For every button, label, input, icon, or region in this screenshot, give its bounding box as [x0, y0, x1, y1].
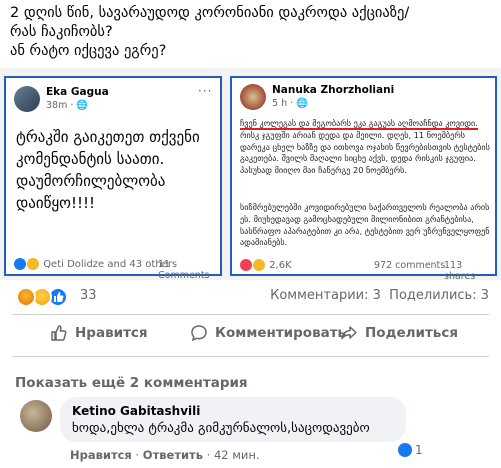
avatar	[240, 84, 266, 110]
card-author: Nanuka Zhorzholiani	[272, 84, 395, 96]
card-author: Eka Gagua	[46, 86, 109, 98]
comment-avatar[interactable]	[20, 400, 52, 432]
post-text-line-1: 2 დღის წინ, სავარაუდოდ კორონიანი დაკროდა…	[10, 5, 410, 21]
comment-like-link[interactable]: Нравится	[70, 448, 132, 462]
card-reactions: Qeti Dolidze and 43 others	[14, 258, 177, 270]
card-shares: 113 shares	[444, 260, 476, 282]
comment-bubble: Ketino Gabitashvili ხოდა,ეხლა ტრაკმა გიმ…	[60, 397, 406, 442]
comment-reaction-count: 1	[415, 443, 423, 457]
post-text: 2 დღის წინ, სავარაუდოდ კორონიანი დაკროდა…	[10, 4, 480, 61]
comment-footer: Нравится · Ответить · 42 мин.	[70, 448, 260, 462]
like-label: Нравится	[75, 325, 148, 341]
card-body: ტრაკში გაიკეთეთ თქვენი კომენდანტის საათი…	[16, 128, 200, 212]
divider	[12, 314, 489, 315]
card-body-para-1: ჩვენ კოლეგას და მეგობარს ეკა გაგუას აღმო…	[240, 118, 492, 177]
comment-reply-link[interactable]: Ответить	[143, 448, 203, 462]
underlined-text: ჩვენ კოლეგას და მეგობარს ეკა გაგუას აღმო…	[240, 118, 478, 130]
post-stats: 33 Комментарии: 3 Поделились: 3	[0, 282, 501, 312]
share-icon	[341, 326, 357, 340]
angry-emoji-icon	[27, 258, 39, 270]
post-image[interactable]: Eka Gagua 38m · 🌐 ··· ტრაკში გაიკეთეთ თქ…	[0, 68, 501, 282]
comments-shares-summary: Комментарии: 3 Поделились: 3	[270, 288, 489, 303]
show-more-comments-link[interactable]: Показать ещё 2 комментария	[15, 375, 248, 391]
avatar	[14, 86, 40, 112]
angry-reaction-icon	[16, 287, 36, 307]
card-reactions: 2,6K	[240, 259, 292, 271]
reaction-count[interactable]: 33	[80, 288, 97, 303]
love-emoji-icon	[240, 259, 252, 271]
share-label: Поделиться	[365, 325, 459, 341]
card-reaction-count: 2,6K	[269, 260, 292, 271]
post-text-line-2: რას ჩაკიჩობს?	[10, 24, 113, 40]
like-reaction-icon	[398, 443, 412, 457]
card-comments: 11 Comments	[158, 259, 210, 281]
comment-button[interactable]: Комментировать	[190, 324, 346, 342]
screenshot-card-right: Nanuka Zhorzholiani 5 h · 🌐 ჩვენ კოლეგას…	[230, 76, 497, 282]
separator-dot: ·	[131, 448, 143, 462]
card-time: 5 h · 🌐	[272, 98, 308, 109]
comment-author[interactable]: Ketino Gabitashvili	[72, 404, 394, 418]
shares-count-link[interactable]: Поделились: 3	[389, 288, 489, 303]
globe-icon: 🌐	[296, 98, 308, 109]
share-button[interactable]: Поделиться	[340, 324, 458, 342]
body-rest: რისკ ჯგუფში არიან დედა და მეილი. დღეს, 1…	[240, 129, 490, 176]
card-time-text: 38m ·	[46, 100, 77, 111]
card-comments: 972 comments	[374, 260, 446, 271]
divider	[12, 356, 489, 357]
globe-icon: 🌐	[76, 100, 89, 111]
more-icon: ···	[198, 84, 213, 98]
like-button[interactable]: Нравится	[50, 324, 148, 342]
haha-emoji-icon	[253, 259, 265, 271]
comment-time[interactable]: 42 мин.	[214, 448, 260, 462]
screenshot-card-left: Eka Gagua 38m · 🌐 ··· ტრაკში გაიკეთეთ თქ…	[4, 76, 222, 281]
comments-count-link[interactable]: Комментарии: 3	[270, 288, 381, 303]
comment-reaction-badge[interactable]: 1	[395, 442, 426, 458]
card-body-para-2: სიზმრებულებში კოვიდირებული საქართველოს რ…	[240, 202, 490, 248]
action-bar: Нравится Комментировать Поделиться	[0, 318, 501, 352]
comment-label: Комментировать	[215, 325, 347, 341]
separator-dot: ·	[202, 448, 214, 462]
comment-icon	[191, 325, 207, 342]
card-time-text: 5 h ·	[272, 98, 297, 109]
card-time: 38m · 🌐	[46, 100, 88, 111]
post-text-line-3: ან რატო იქცევა ეგრე?	[10, 43, 167, 59]
thumbs-up-icon	[51, 325, 67, 341]
like-emoji-icon	[14, 258, 26, 270]
comment-text: ხოდა,ეხლა ტრაკმა გიმკურნალოს,საცოდავებო	[72, 421, 370, 436]
